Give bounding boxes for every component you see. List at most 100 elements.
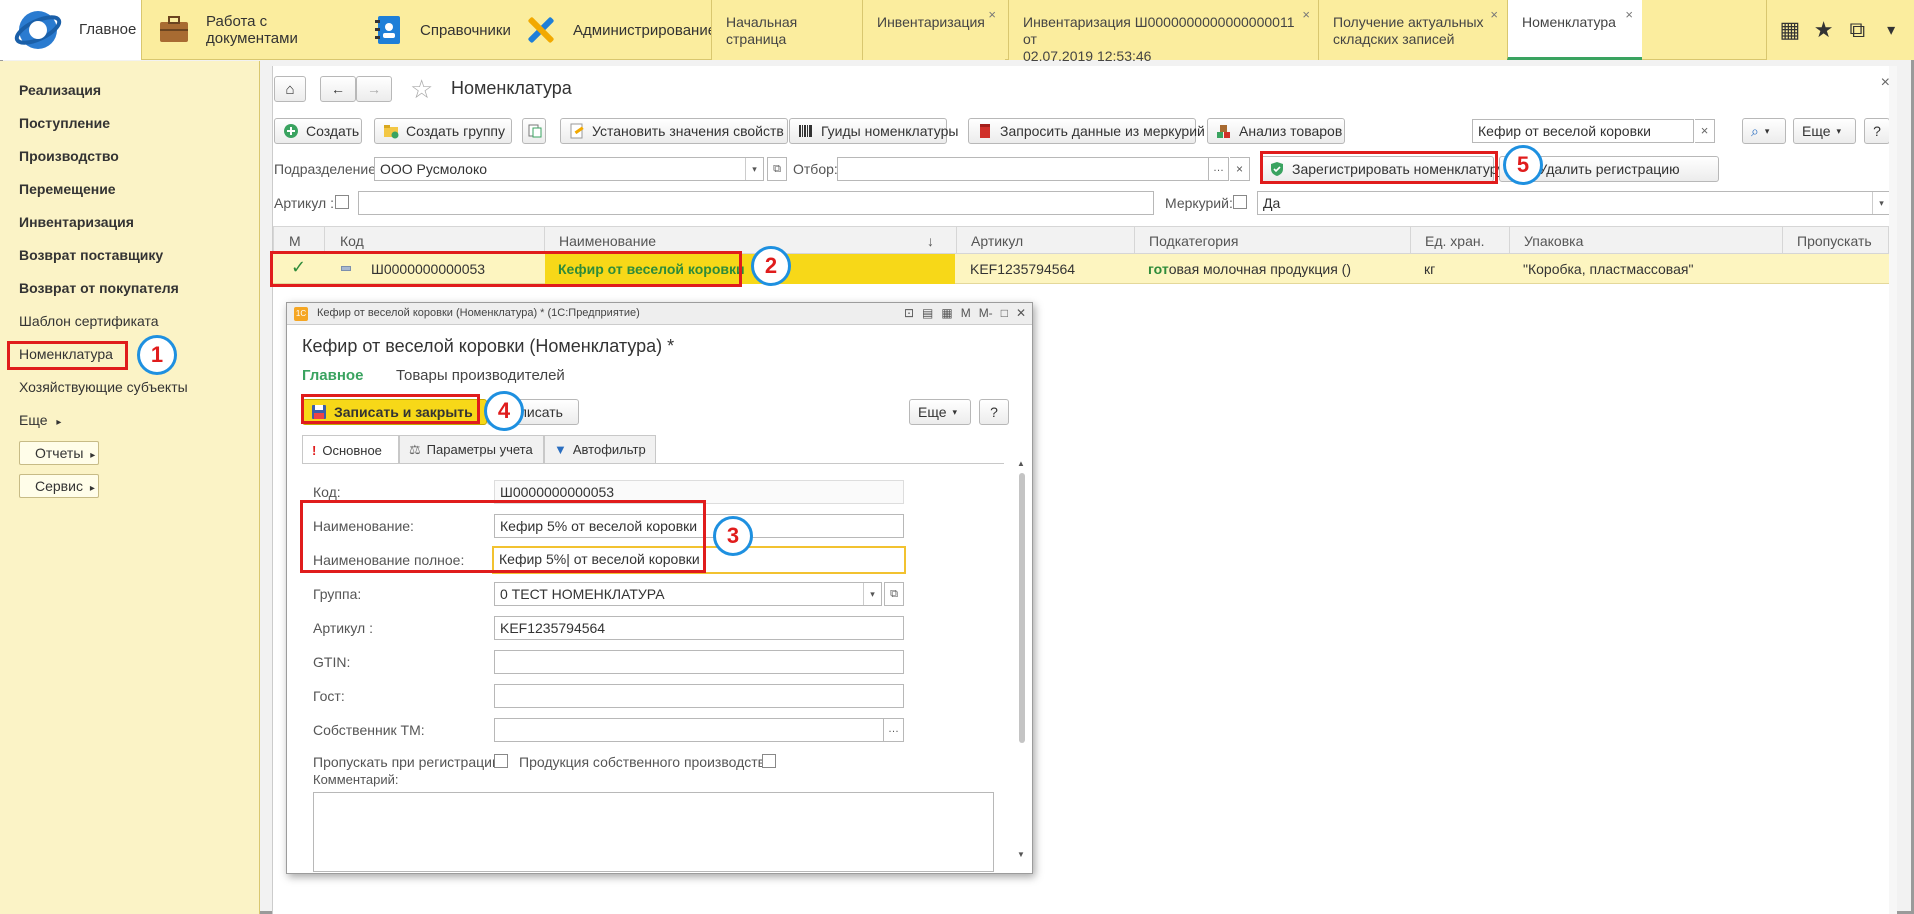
form-help-button[interactable]: ? bbox=[979, 399, 1009, 425]
star-icon[interactable]: ★ bbox=[1809, 17, 1839, 43]
gost-field[interactable] bbox=[494, 684, 904, 708]
set-properties-button[interactable]: Установить значения свойств bbox=[560, 118, 788, 144]
column-header-package[interactable]: Упаковка bbox=[1524, 233, 1583, 249]
content-scrollbar[interactable] bbox=[1889, 66, 1897, 914]
scroll-thumb[interactable] bbox=[1019, 473, 1025, 743]
request-mercury-button[interactable]: Запросить данные из меркурий bbox=[968, 118, 1205, 144]
scroll-up-icon[interactable]: ▲ bbox=[1017, 459, 1025, 468]
help-button[interactable]: ? bbox=[1864, 118, 1890, 144]
section-administration[interactable]: Администрирование bbox=[509, 0, 716, 60]
sidebar-item-inventory[interactable]: Инвентаризация bbox=[19, 214, 134, 230]
sidebar-item-receipts[interactable]: Поступление bbox=[19, 115, 110, 131]
tab-inventory[interactable]: Инвентаризация × bbox=[862, 0, 1005, 60]
create-group-button[interactable]: Создать группу bbox=[374, 118, 512, 144]
mercury-checkbox[interactable] bbox=[1233, 195, 1247, 209]
comment-field[interactable] bbox=[313, 792, 994, 872]
top-bar: Главное Работа с документами Справочники… bbox=[0, 0, 1914, 64]
scroll-down-icon[interactable]: ▼ bbox=[1017, 850, 1025, 859]
service-button[interactable]: Сервис ▸ bbox=[19, 474, 99, 498]
memory-minus-icon[interactable]: M- bbox=[979, 306, 993, 320]
ellipsis-icon[interactable]: … bbox=[1209, 157, 1229, 181]
create-button[interactable]: Создать bbox=[274, 118, 362, 144]
search-input[interactable]: Кефир от веселой коровки bbox=[1472, 119, 1694, 143]
column-header-name[interactable]: Наименование bbox=[559, 233, 656, 249]
forward-button[interactable]: → bbox=[356, 76, 392, 102]
tab-basic[interactable]: ! Основное bbox=[302, 435, 399, 464]
plus-circle-icon bbox=[284, 124, 298, 138]
home-button[interactable]: ⌂ bbox=[274, 76, 306, 102]
sidebar-item-transfer[interactable]: Перемещение bbox=[19, 181, 116, 197]
form-more-button[interactable]: Еще ▾ bbox=[909, 399, 971, 425]
maximize-icon[interactable]: □ bbox=[1001, 306, 1008, 320]
form-scrollbar[interactable]: ▲ ▼ bbox=[1017, 459, 1027, 859]
section-references[interactable]: Справочники bbox=[356, 0, 511, 60]
nav-main[interactable]: Главное bbox=[302, 367, 363, 384]
close-icon[interactable]: × bbox=[1302, 6, 1310, 23]
close-icon[interactable]: × bbox=[988, 6, 996, 23]
more-button[interactable]: Еще ▾ bbox=[1793, 118, 1856, 144]
favorite-star-icon[interactable]: ☆ bbox=[410, 74, 433, 105]
owner-field[interactable] bbox=[494, 718, 884, 742]
open-group-icon[interactable]: ⧉ bbox=[884, 582, 904, 606]
sidebar-item-certificate-template[interactable]: Шаблон сертификата bbox=[19, 313, 159, 329]
column-header-subcategory[interactable]: Подкатегория bbox=[1149, 233, 1238, 249]
column-header-article[interactable]: Артикул bbox=[971, 233, 1023, 249]
tab-nomenclature[interactable]: Номенклатура × bbox=[1507, 0, 1642, 60]
clear-search-icon[interactable]: × bbox=[1695, 119, 1715, 143]
sidebar-item-entities[interactable]: Хозяйствующие субъекты bbox=[19, 379, 188, 395]
calendar-icon[interactable]: ▦ bbox=[941, 306, 952, 320]
tab-autofilter-label: Автофильтр bbox=[572, 442, 646, 457]
memory-icon[interactable]: M bbox=[961, 306, 971, 320]
article-filter-checkbox[interactable] bbox=[335, 195, 349, 209]
skip-registration-checkbox[interactable] bbox=[494, 754, 508, 768]
division-select[interactable]: ООО Русмолоко ▾ bbox=[374, 157, 764, 181]
sidebar-item-return-supplier[interactable]: Возврат поставщику bbox=[19, 247, 163, 263]
column-header-unit[interactable]: Ед. хран. bbox=[1425, 233, 1484, 249]
open-icon[interactable]: ⧉ bbox=[767, 157, 787, 181]
chevron-down-icon[interactable]: ▾ bbox=[745, 158, 763, 180]
section-documents[interactable]: Работа с документами bbox=[142, 0, 349, 60]
ellipsis-icon[interactable]: … bbox=[884, 718, 904, 742]
own-production-checkbox[interactable] bbox=[762, 754, 776, 768]
analysis-button[interactable]: Анализ товаров bbox=[1207, 118, 1345, 144]
sidebar-item-sales[interactable]: Реализация bbox=[19, 82, 101, 98]
mercury-select[interactable]: Да ▾ bbox=[1257, 191, 1891, 215]
column-header-code[interactable]: Код bbox=[340, 233, 364, 249]
copy-button[interactable] bbox=[522, 118, 546, 144]
chevron-down-icon[interactable]: ▾ bbox=[1872, 192, 1890, 214]
sidebar-item-return-customer[interactable]: Возврат от покупателя bbox=[19, 280, 179, 296]
menu-icon[interactable]: ▾ bbox=[1876, 20, 1906, 40]
sidebar-item-more[interactable]: Еще ▸ bbox=[19, 412, 61, 428]
tab-start-page[interactable]: Начальная страница bbox=[711, 0, 863, 60]
chevron-down-icon[interactable]: ▾ bbox=[863, 583, 881, 605]
column-header-skip[interactable]: Пропускать bbox=[1797, 233, 1872, 249]
create-group-label: Создать группу bbox=[406, 123, 505, 139]
close-icon[interactable]: × bbox=[1625, 6, 1633, 23]
sidebar-item-production[interactable]: Производство bbox=[19, 148, 119, 164]
tab-inventory-doc[interactable]: Инвентаризация Ш0000000000000000011 от 0… bbox=[1008, 0, 1319, 64]
close-icon[interactable]: × bbox=[1490, 6, 1498, 23]
close-icon[interactable]: ✕ bbox=[1016, 306, 1026, 320]
gtin-field[interactable] bbox=[494, 650, 904, 674]
search-button[interactable]: ⌕ ▾ bbox=[1742, 118, 1786, 144]
mercury-label: Меркурий: bbox=[1165, 195, 1233, 211]
print-icon[interactable]: ▤ bbox=[922, 306, 933, 320]
article-filter-input[interactable] bbox=[358, 191, 1154, 215]
link-icon[interactable]: ⊡ bbox=[904, 306, 914, 320]
tab-stock-records[interactable]: Получение актуальных складских записей × bbox=[1318, 0, 1507, 60]
group-select[interactable]: 0 ТЕСТ НОМЕНКЛАТУРА ▾ bbox=[494, 582, 882, 606]
column-header-m[interactable]: М bbox=[289, 233, 301, 249]
apps-grid-icon[interactable]: ▦ bbox=[1775, 17, 1805, 43]
history-icon[interactable]: ⧉ bbox=[1842, 17, 1872, 43]
reports-button[interactable]: Отчеты ▸ bbox=[19, 441, 99, 465]
guids-button[interactable]: Гуиды номенклатуры bbox=[789, 118, 958, 144]
tab-autofilter[interactable]: ▼ Автофильтр bbox=[544, 435, 656, 463]
nav-producers[interactable]: Товары производителей bbox=[396, 367, 565, 384]
tab-accounting-params[interactable]: ⚖ Параметры учета bbox=[399, 435, 544, 463]
back-button[interactable]: ← bbox=[320, 76, 356, 102]
article-field[interactable]: KEF1235794564 bbox=[494, 616, 904, 640]
home-section[interactable]: Главное bbox=[0, 0, 142, 60]
clear-icon[interactable]: × bbox=[1230, 157, 1250, 181]
selection-input[interactable] bbox=[837, 157, 1209, 181]
window-titlebar[interactable]: 1С Кефир от веселой коровки (Номенклатур… bbox=[287, 303, 1032, 325]
